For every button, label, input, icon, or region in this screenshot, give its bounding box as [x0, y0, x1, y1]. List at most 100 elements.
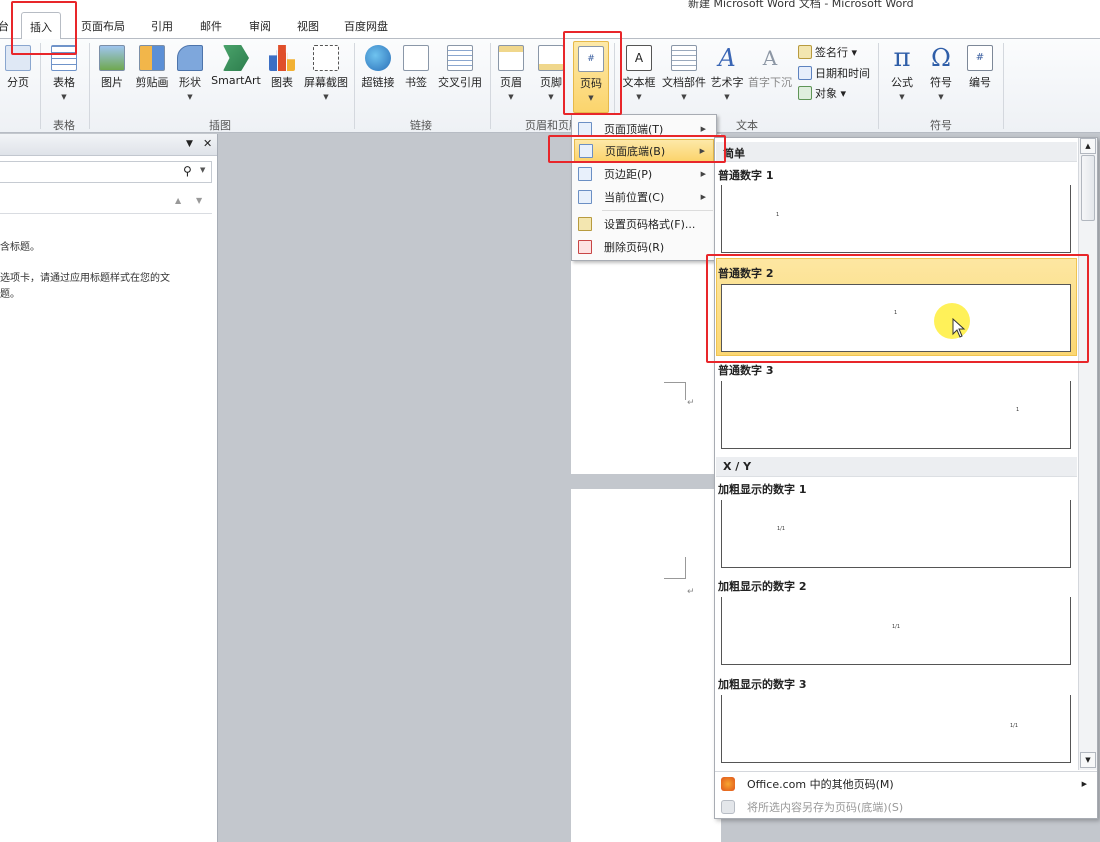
navigation-toolbar: ▲ ▼ — [0, 190, 212, 214]
tab-review[interactable]: 审阅 — [249, 18, 271, 34]
chevron-down-icon[interactable]: ▼ — [196, 196, 202, 205]
shapes-icon — [177, 45, 203, 71]
gallery-item-bold-number-2[interactable]: 1/1 — [721, 597, 1071, 665]
textbox-icon: A — [626, 45, 652, 71]
menu-item-top-of-page[interactable]: 页面顶端(T) ▶ — [574, 117, 714, 140]
tab-view[interactable]: 视图 — [297, 18, 319, 34]
search-icon[interactable]: ⚲ — [183, 164, 192, 178]
smartart-icon — [223, 45, 249, 71]
chevron-up-icon[interactable]: ▲ — [175, 196, 181, 205]
header-icon — [498, 45, 524, 71]
date-time-icon — [798, 66, 812, 80]
page-break-icon — [5, 45, 31, 71]
menu-item-page-margins[interactable]: 页边距(P) ▶ — [574, 162, 714, 185]
object-button[interactable]: 对象 ▾ — [798, 85, 846, 101]
save-selection-icon — [721, 800, 735, 814]
quick-parts-icon — [671, 45, 697, 71]
chevron-down-icon[interactable]: ▼ — [200, 166, 205, 174]
page-number-icon: # — [578, 46, 604, 72]
footer-button[interactable]: 页脚 ▼ — [536, 45, 566, 101]
date-time-button[interactable]: 日期和时间 — [798, 65, 870, 81]
scroll-down-icon[interactable]: ▼ — [1080, 752, 1096, 768]
scrollbar-thumb[interactable] — [1081, 155, 1095, 221]
gallery-item-bold-number-1[interactable]: 1/1 — [721, 500, 1071, 568]
gallery-item-title: 普通数字 1 — [718, 169, 774, 182]
chevron-right-icon: ▶ — [699, 146, 705, 155]
number-button[interactable]: # 编号 — [964, 45, 996, 90]
menu-item-format-page-numbers[interactable]: 设置页码格式(F)... — [574, 212, 714, 235]
textbox-button[interactable]: A 文本框 ▼ — [621, 45, 657, 101]
menu-item-remove-page-numbers[interactable]: 删除页码(R) — [574, 235, 714, 258]
chevron-down-icon: ▼ — [187, 93, 193, 101]
signature-line-button[interactable]: 签名行 ▾ — [798, 44, 857, 60]
picture-button[interactable]: 图片 — [96, 45, 128, 90]
tab-baidu-netdisk[interactable]: 百度网盘 — [344, 18, 388, 34]
gallery-item-title: 普通数字 3 — [718, 364, 774, 377]
dropcap-icon: A — [762, 46, 778, 70]
close-icon[interactable]: ✕ — [203, 137, 212, 150]
hyperlink-button[interactable]: 超链接 — [359, 45, 397, 90]
mouse-cursor-icon — [952, 318, 966, 338]
bookmark-button[interactable]: 书签 — [401, 45, 431, 90]
gallery-scrollbar[interactable]: ▲ ▼ — [1078, 138, 1097, 770]
cross-reference-button[interactable]: 交叉引用 — [436, 45, 484, 90]
screenshot-icon — [313, 45, 339, 71]
chevron-down-icon: ▼ — [681, 93, 687, 101]
page-number-button[interactable]: # 页码 ▼ — [573, 41, 609, 113]
chevron-right-icon: ▶ — [700, 169, 706, 178]
table-button[interactable]: 表格 ▼ — [46, 45, 82, 101]
paragraph-mark: ↵ — [687, 587, 695, 597]
scroll-up-icon[interactable]: ▲ — [1080, 138, 1096, 154]
chevron-right-icon: ▶ — [700, 192, 706, 201]
chart-icon — [269, 45, 295, 71]
menu-item-current-position[interactable]: 当前位置(C) ▶ — [574, 185, 714, 208]
gallery-item-title: 加粗显示的数字 3 — [718, 678, 807, 691]
navigation-search-input[interactable]: ⚲ ▼ — [0, 161, 212, 183]
gallery-section-x-of-y: X / Y — [716, 457, 1077, 477]
paragraph-mark: ↵ — [687, 398, 695, 408]
quick-parts-button[interactable]: 文档部件 ▼ — [659, 45, 709, 101]
page-break-button[interactable]: 分页 — [2, 45, 34, 90]
nav-info-line3: 题。 — [0, 289, 20, 300]
signature-line-icon — [798, 45, 812, 59]
chevron-down-icon: ▼ — [508, 93, 514, 101]
gallery-footer-more-from-office[interactable]: Office.com 中的其他页码(M) ▶ — [715, 772, 1097, 796]
equation-icon: π — [893, 43, 911, 73]
gallery-item-plain-number-3[interactable]: 1 — [721, 381, 1071, 449]
wordart-button[interactable]: A 艺术字 ▼ — [710, 45, 744, 101]
clipart-button[interactable]: 剪贴画 — [132, 45, 172, 90]
tab-insert[interactable]: 插入 — [21, 12, 61, 39]
tab-references[interactable]: 引用 — [151, 18, 173, 34]
clipart-icon — [139, 45, 165, 71]
group-label-links: 链接 — [410, 119, 432, 132]
tab-page-layout[interactable]: 页面布局 — [81, 18, 125, 34]
chevron-down-icon: ▼ — [548, 93, 554, 101]
screenshot-button[interactable]: 屏幕截图 ▼ — [302, 45, 350, 101]
gallery-footer-save-selection: 将所选内容另存为页码(底端)(S) — [715, 795, 1097, 819]
tab-mailings[interactable]: 邮件 — [200, 18, 222, 34]
pane-options-icon[interactable]: ▼ — [186, 139, 193, 149]
chart-button[interactable]: 图表 — [267, 45, 297, 90]
bottom-of-page-gallery: 简单 普通数字 1 1 普通数字 2 1 普通数字 3 1 X / Y 加粗显示… — [714, 137, 1098, 819]
menu-item-bottom-of-page[interactable]: 页面底端(B) ▶ — [574, 139, 714, 162]
smartart-button[interactable]: SmartArt — [210, 45, 262, 87]
symbol-button[interactable]: Ω 符号 ▼ — [925, 45, 957, 101]
tab-start[interactable]: 台 — [0, 18, 9, 34]
number-icon: # — [967, 45, 993, 71]
equation-button[interactable]: π 公式 ▼ — [886, 45, 918, 101]
object-icon — [798, 86, 812, 100]
header-button[interactable]: 页眉 ▼ — [496, 45, 526, 101]
gallery-item-plain-number-2[interactable]: 1 — [721, 284, 1071, 352]
office-logo-icon — [721, 777, 735, 791]
gallery-item-plain-number-1[interactable]: 1 — [721, 185, 1071, 253]
gallery-item-bold-number-3[interactable]: 1/1 — [721, 695, 1071, 763]
chevron-right-icon: ▶ — [700, 124, 706, 133]
picture-icon — [99, 45, 125, 71]
shapes-button[interactable]: 形状 ▼ — [176, 45, 204, 101]
group-label-table: 表格 — [53, 119, 75, 132]
ribbon: 分页 表格 ▼ 表格 图片 剪贴画 形状 ▼ SmartArt 图表 屏幕截图 … — [0, 38, 1100, 133]
wordart-icon: A — [718, 44, 736, 72]
dropcap-button[interactable]: A 首字下沉 — [747, 45, 793, 90]
hyperlink-icon — [365, 45, 391, 71]
document-page-2[interactable]: ↵ — [571, 489, 721, 842]
